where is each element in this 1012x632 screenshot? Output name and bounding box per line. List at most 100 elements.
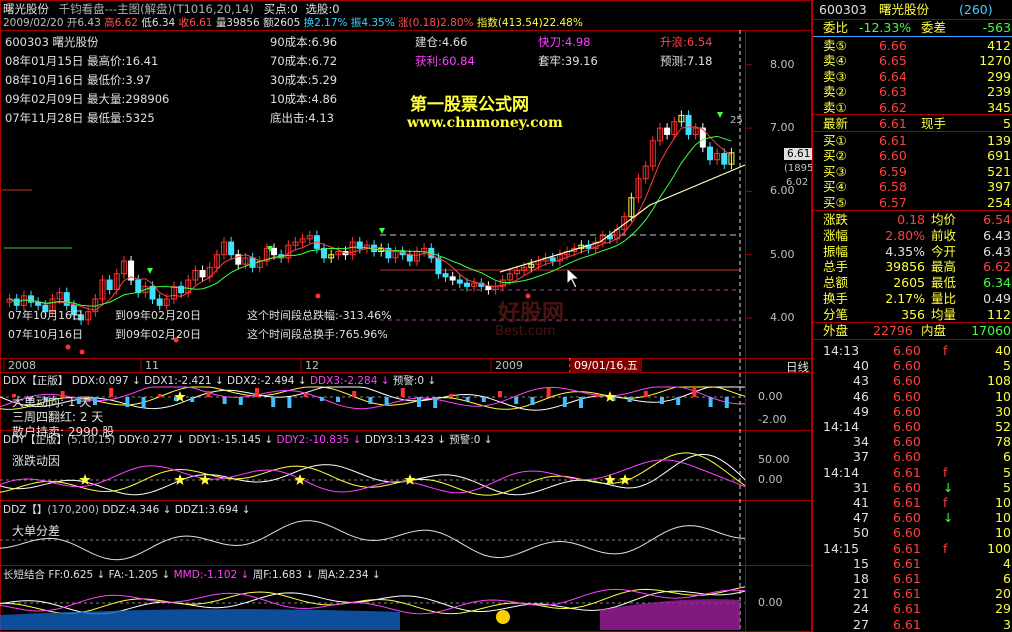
star-icon xyxy=(174,474,186,485)
moving-average xyxy=(9,126,732,311)
stat-label: 换手 xyxy=(823,291,849,306)
panel-axis-label: 0.00 xyxy=(758,596,783,609)
ddx-bar xyxy=(157,394,162,397)
ddx-bar xyxy=(692,388,697,397)
panel-value: DDY3:13.423 ↓ xyxy=(361,434,446,446)
stat-value: 4.35% xyxy=(885,243,925,259)
panel-value: FF:0.625 ↓ xyxy=(45,569,106,581)
stat-value: 39856 xyxy=(885,259,925,275)
stat-value: 6.62 xyxy=(983,259,1011,275)
trend-line xyxy=(499,164,746,273)
candle-body xyxy=(456,279,463,284)
candle-body xyxy=(435,257,442,275)
date-axis-label: 2009 xyxy=(495,359,523,372)
order-label: 买⑤ xyxy=(823,194,847,210)
panel-value: DDX3:-2.284 ↓ xyxy=(306,375,390,387)
ddx-bar xyxy=(400,388,405,397)
info-cost: 30成本:5.29 xyxy=(270,73,338,87)
ddx-bar xyxy=(676,397,681,405)
stat-value: 6.43 xyxy=(983,227,1011,243)
stat-row: 换手 2.17% 量比 0.49 xyxy=(813,290,1012,307)
candle-body xyxy=(463,282,470,287)
panel-header: DDZ【】(170,200) DDZ:4.346 ↓ DDZ1:3.694 ↓ xyxy=(3,502,251,517)
stat-row: 分笔 356 均量 112 xyxy=(813,306,1012,323)
price-tag-mid: (1895) xyxy=(784,163,812,174)
price-axis-label: 4.00 xyxy=(770,311,795,324)
info-c2: 套牢:39.16 xyxy=(538,54,598,68)
info-left: 08年01月15日 最高价:16.41 xyxy=(5,54,159,68)
dot-marker xyxy=(315,293,321,299)
stat-row: 振幅 4.35% 今开 6.43 xyxy=(813,243,1012,260)
panel-axis-label: -2.00 xyxy=(758,413,787,426)
star-icon xyxy=(199,474,211,485)
candle-body xyxy=(721,152,728,165)
ddx-bar xyxy=(465,397,470,401)
panel-params: (170,200) xyxy=(47,504,99,516)
ddx-bar xyxy=(125,397,130,407)
indicator-line xyxy=(0,520,746,561)
quote-panel[interactable]: 600303 曙光股份 (260) 委比 -12.33% 委差 -563 卖⑤ 6… xyxy=(812,0,1012,632)
ddx-bar xyxy=(303,394,308,397)
period-to-1: 到09年02月20日 xyxy=(115,309,201,322)
ddx-bar xyxy=(190,397,195,402)
info-c3: 预测:7.18 xyxy=(660,54,713,68)
quote-title: 600303 曙光股份 (260) xyxy=(813,1,1012,18)
panel-value: MMD:-1.102 ↓ xyxy=(170,569,250,581)
candle-body xyxy=(106,279,113,291)
ddx-bar xyxy=(562,397,567,407)
info-panel: 600303 曙光股份 90成本:6.96 建仓:4.66 快刀:4.98 升浪:6.5… xyxy=(0,32,740,127)
info-c1: 获利:60.84 xyxy=(415,54,475,68)
moving-average xyxy=(9,135,732,307)
watermark-site-name: 第一股票公式网 xyxy=(410,95,529,115)
stat-label: 涨跌 xyxy=(823,212,849,227)
area-fill xyxy=(600,599,740,630)
stat-row: 总额 2605 最低 6.34 xyxy=(813,274,1012,291)
stat-value: 6.43 xyxy=(983,243,1011,259)
star-icon xyxy=(294,474,306,485)
candle-body xyxy=(321,247,328,259)
watermark-faint-name: 好股网 xyxy=(498,301,565,326)
price-peak-label: 25 xyxy=(730,115,743,126)
stat-label: 涨幅 xyxy=(823,227,849,243)
info-left: 08年10月16日 最低价:3.97 xyxy=(5,73,152,87)
stat-value: 2.17% xyxy=(885,291,925,306)
chart-area[interactable]: 曙光股份 千钧看盘---主图(解盘)(T1016,20,14) 买点:0 选股:… xyxy=(0,0,812,632)
tick-price: 6.61 xyxy=(893,616,921,632)
ddx-bar xyxy=(238,397,243,405)
info-cost: 90成本:6.96 xyxy=(270,35,338,49)
candle-body xyxy=(156,298,163,306)
current-price-tag: 6.61 xyxy=(784,148,812,160)
latest-row: 最新 6.61 现手 5 xyxy=(823,116,1011,131)
stat-value: 6.34 xyxy=(983,275,1011,291)
ddx-bar xyxy=(498,391,502,397)
candle-body xyxy=(485,285,492,291)
panel-axis-label: 0.00 xyxy=(758,473,783,486)
info-c3: 升浪:6.54 xyxy=(660,35,713,49)
stat-value: 0.49 xyxy=(983,291,1011,306)
ddx-bar xyxy=(255,388,259,397)
quote-code: 600303 xyxy=(819,2,867,17)
period-to-2: 到09年02月20日 xyxy=(115,328,201,341)
tick-volume: 3 xyxy=(1003,616,1011,632)
stat-label: 量比 xyxy=(931,291,957,306)
info-c1: 建仓:4.66 xyxy=(415,35,468,49)
candle-body xyxy=(135,279,142,294)
stat-label: 最低 xyxy=(931,275,957,291)
down-arrow-icon xyxy=(379,228,385,234)
panel-note: 散户持卖: 2990 股 xyxy=(12,425,115,439)
panel-header: 长短结合 FF:0.625 ↓ FA:-1.205 ↓ MMD:-1.102 ↓… xyxy=(3,567,381,582)
date-axis-label: 12 xyxy=(305,359,319,372)
stat-value: 112 xyxy=(987,306,1011,322)
star-icon xyxy=(619,474,631,485)
price-tag-low: 6.02 xyxy=(786,177,809,188)
period-from-1: 07年10月16日 xyxy=(8,309,83,322)
candle-body xyxy=(549,257,556,262)
ddx-bar xyxy=(449,394,454,397)
panel-axis-label: 0.00 xyxy=(758,390,783,403)
ddx-bar xyxy=(368,397,373,404)
mouse-cursor-icon xyxy=(566,266,581,289)
stat-row: 涨跌 0.18 均价 6.54 xyxy=(813,211,1012,228)
ddx-bar xyxy=(530,397,535,405)
ddx-bar xyxy=(724,397,729,408)
panel-value: 预警:0 ↓ xyxy=(389,375,437,387)
